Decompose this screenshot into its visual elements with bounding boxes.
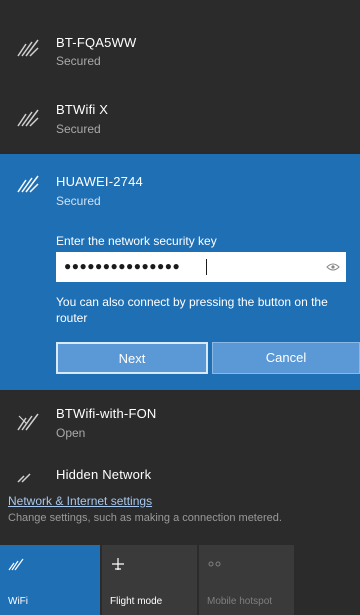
wifi-open-icon [17, 413, 39, 431]
network-item[interactable]: BTWifi X Secured [0, 86, 360, 150]
tile-label: Mobile hotspot [207, 596, 273, 607]
network-ssid: Hidden Network [56, 467, 152, 482]
wifi-secured-icon [17, 39, 39, 57]
network-flyout: BT-FQA5WW Secured BTWifi X Secured HUAWE… [0, 0, 360, 615]
wifi-icon [8, 558, 24, 571]
network-item[interactable]: BTWifi-with-FON Open [0, 390, 360, 454]
next-button[interactable]: Next [56, 342, 208, 374]
network-settings-description: Change settings, such as making a connec… [8, 512, 282, 524]
network-status: Secured [56, 122, 101, 136]
network-status: Secured [56, 194, 101, 208]
flight-mode-tile[interactable]: Flight mode [102, 545, 197, 615]
network-status: Secured [56, 54, 101, 68]
wifi-hidden-icon [17, 473, 31, 483]
mobile-hotspot-tile[interactable]: Mobile hotspot [199, 545, 294, 615]
network-settings-link[interactable]: Network & Internet settings [8, 494, 152, 508]
network-item[interactable]: BT-FQA5WW Secured [0, 20, 360, 80]
airplane-icon [112, 558, 124, 570]
wps-hint: You can also connect by pressing the but… [56, 295, 328, 325]
security-key-input[interactable]: ●●●●●●●●●●●●●●● [56, 252, 346, 282]
hotspot-icon [208, 561, 221, 567]
network-ssid: BTWifi X [56, 102, 109, 117]
text-caret [206, 259, 207, 275]
security-key-value: ●●●●●●●●●●●●●●● [64, 259, 181, 273]
network-ssid: BT-FQA5WW [56, 35, 137, 50]
wifi-toggle-tile[interactable]: WiFi [0, 545, 100, 615]
network-ssid: BTWifi-with-FON [56, 406, 157, 421]
network-status: Open [56, 426, 86, 440]
wifi-secured-icon [17, 109, 39, 127]
network-item[interactable]: Hidden Network [0, 462, 360, 484]
tile-label: Flight mode [110, 596, 163, 607]
network-ssid: HUAWEI-2744 [56, 174, 143, 189]
reveal-password-icon[interactable] [326, 262, 340, 272]
security-key-label: Enter the network security key [56, 234, 217, 248]
wifi-secured-icon [17, 175, 39, 193]
network-item-selected[interactable]: HUAWEI-2744 Secured Enter the network se… [0, 154, 360, 390]
tile-label: WiFi [8, 596, 28, 607]
cancel-button[interactable]: Cancel [212, 342, 360, 374]
